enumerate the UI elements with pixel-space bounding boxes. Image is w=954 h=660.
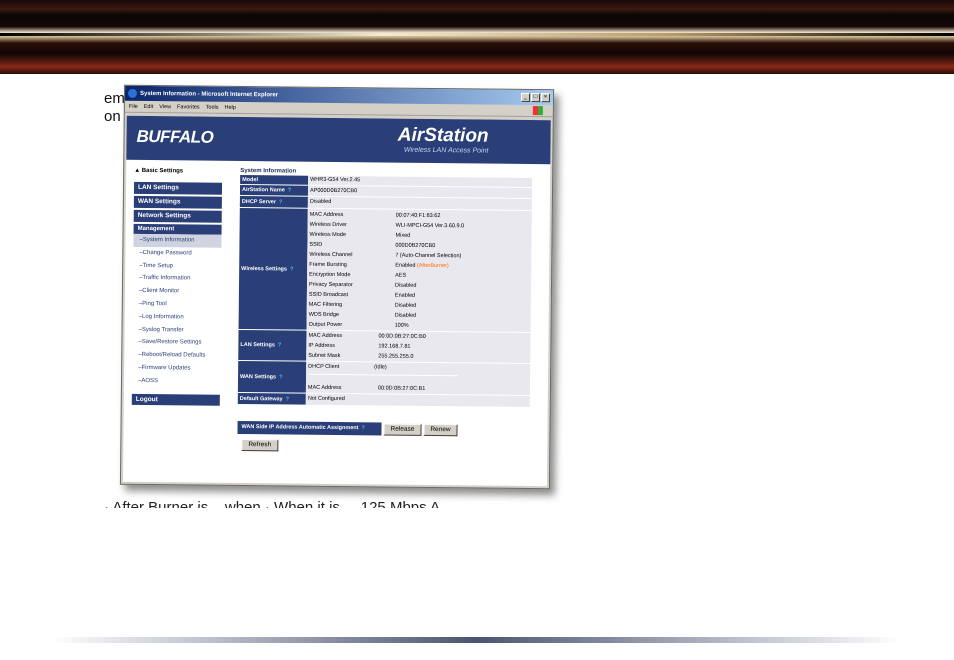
browser-window: System Information - Microsoft Internet … (119, 84, 555, 490)
help-icon[interactable]: ? (286, 396, 289, 402)
web-page: BUFFALO AirStation Wireless LAN Access P… (122, 115, 551, 487)
menu-help[interactable]: Help (225, 104, 236, 110)
help-icon[interactable]: ? (288, 187, 291, 193)
system-info-table: System Information Model WHR3-G54 Ver.2.… (237, 167, 533, 408)
help-icon[interactable]: ? (290, 266, 293, 272)
banner-stripe (0, 33, 954, 36)
wan-assignment-row: WAN Side IP Address Automatic Assignment… (237, 420, 458, 436)
wan-settings-label: WAN Settings? (237, 360, 307, 393)
sidebar-item-firmware-updates[interactable]: –Firmware Updates (132, 362, 220, 376)
help-icon[interactable]: ? (278, 342, 281, 348)
dhcp-server-label: DHCP Server? (239, 195, 308, 208)
sidebar: ▲ Basic Settings LAN Settings WAN Settin… (131, 168, 223, 406)
background-text-2: on (104, 108, 121, 125)
menu-favorites[interactable]: Favorites (177, 104, 200, 110)
close-button[interactable]: × (540, 93, 551, 103)
wan-pair: DHCP Client (Idle) (308, 363, 387, 371)
sidebar-item-save-restore[interactable]: –Save/Restore Settings (132, 336, 220, 350)
buffalo-logo: BUFFALO (136, 126, 214, 147)
ie-icon (127, 88, 138, 98)
help-icon[interactable]: ? (279, 199, 282, 205)
gateway-row: Default Gateway? Not Configured (237, 392, 530, 408)
sidebar-item-time-setup[interactable]: –Time Setup (133, 259, 221, 273)
wan-settings-button[interactable]: WAN Settings (133, 195, 222, 209)
sidebar-item-system-information[interactable]: –System Information (133, 233, 222, 248)
airstation-logo: AirStation (397, 124, 489, 147)
wireless-row: Wireless Settings? MAC Address 00:07:40:F… (238, 207, 532, 333)
lan-settings-label: LAN Settings? (238, 329, 307, 361)
sidebar-item-aoss[interactable]: –AOSS (132, 375, 220, 389)
wan-divider (308, 373, 459, 377)
dhcp-server-value: Disabled (307, 196, 532, 211)
release-button[interactable]: Release (383, 422, 422, 436)
network-settings-button[interactable]: Network Settings (133, 209, 222, 223)
lan-settings-values: MAC Address 00:0D:0B:27:0C:B0 IP Address 1… (306, 330, 531, 364)
background-text-1: em (104, 90, 125, 107)
logout-button[interactable]: Logout (131, 393, 220, 406)
window-title: System Information - Microsoft Internet … (139, 90, 279, 98)
wan-assignment-label: WAN Side IP Address Automatic Assignment… (237, 420, 382, 436)
help-icon[interactable]: ? (279, 374, 282, 380)
afterburner-badge: (AfterBurner) (416, 262, 449, 270)
wireless-settings-values: MAC Address 00:07:40:F1:83:62 Wireless Dr… (306, 208, 532, 333)
menu-file[interactable]: File (129, 103, 138, 109)
lan-row: LAN Settings? MAC Address 00:0D:0B:27:0C:… (238, 329, 531, 364)
help-icon[interactable]: ? (361, 425, 364, 431)
wireless-settings-label: Wireless Settings? (238, 207, 308, 330)
menu-edit[interactable]: Edit (144, 103, 154, 109)
lan-settings-button[interactable]: LAN Settings (133, 181, 223, 195)
sidebar-item-change-password[interactable]: –Change Password (133, 247, 221, 261)
header-tagline: Wireless LAN Access Point (403, 146, 489, 155)
minimize-button[interactable]: _ (520, 92, 531, 103)
model-label: Model (240, 174, 309, 185)
wan-row: WAN Settings? DHCP Client (Idle) MAC Addr… (237, 360, 531, 396)
page-header: BUFFALO AirStation Wireless LAN Access P… (126, 115, 551, 165)
renew-button[interactable]: Renew (423, 423, 458, 436)
sidebar-item-client-monitor[interactable]: –Client Monitor (133, 285, 221, 299)
airstation-name-label: AirStation Name? (239, 184, 309, 196)
footer-divider (50, 637, 902, 643)
windows-logo-icon (532, 106, 543, 116)
maximize-button[interactable]: □ (530, 93, 541, 103)
menu-view[interactable]: View (159, 104, 171, 110)
menu-tools[interactable]: Tools (206, 104, 219, 110)
sidebar-item-ping-tool[interactable]: –Ping Tool (133, 298, 221, 312)
sidebar-item-syslog-transfer[interactable]: –Syslog Transfer (132, 323, 220, 337)
sidebar-item-traffic-information[interactable]: –Traffic Information (133, 272, 221, 286)
wan-settings-values: DHCP Client (Idle) MAC Address 00:0D:0B:27… (305, 361, 531, 396)
sidebar-item-log-information[interactable]: –Log Information (133, 311, 221, 325)
background-text-bottom: · After Burner is... when · When it is .… (104, 499, 440, 508)
basic-settings-link[interactable]: ▲ Basic Settings (134, 168, 222, 183)
top-banner (0, 0, 954, 74)
refresh-button[interactable]: Refresh (241, 439, 279, 452)
sidebar-item-reboot-reload[interactable]: –Reboot/Reload Defaults (132, 349, 220, 363)
default-gateway-label: Default Gateway? (237, 392, 306, 405)
default-gateway-value: Not Configured (305, 393, 530, 408)
